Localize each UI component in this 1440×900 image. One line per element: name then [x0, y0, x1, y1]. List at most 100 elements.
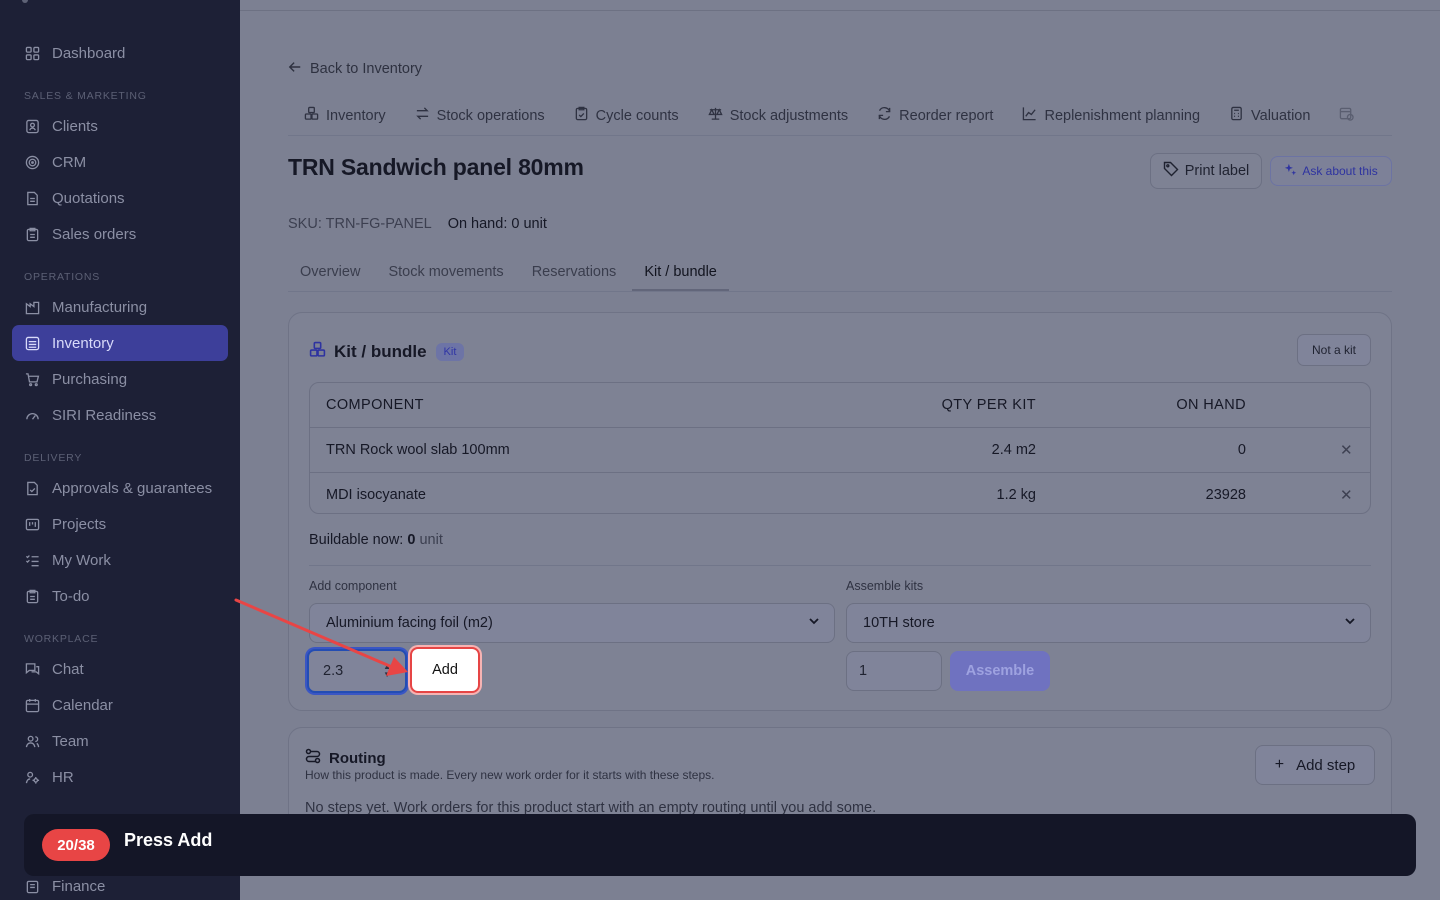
subnav-stock-adjustments[interactable]: Stock adjustments [708, 106, 848, 125]
sidebar-item-label: Purchasing [52, 370, 128, 388]
assemble-store-selected: 10TH store [863, 615, 935, 631]
tab-kit-bundle[interactable]: Kit / bundle [632, 258, 729, 291]
sidebar-item-projects[interactable]: Projects [12, 506, 228, 542]
component-on-hand: 23928 [1205, 487, 1246, 503]
subnav-reorder-report[interactable]: Reorder report [877, 106, 993, 125]
back-to-inventory-link[interactable]: Back to Inventory [288, 60, 422, 78]
tour-step-counter: 20/38 [42, 829, 110, 861]
sidebar-item-label: To-do [52, 587, 90, 605]
assemble-quantity-input[interactable]: 1 [846, 651, 942, 691]
close-icon: ✕ [1340, 442, 1353, 459]
stepper-icon[interactable]: ▲ ▼ [383, 663, 391, 679]
kit-card-header: Kit / bundle Kit [309, 341, 465, 363]
sidebar-item-manufacturing[interactable]: Manufacturing [12, 289, 228, 325]
subnav-label: Valuation [1251, 107, 1311, 124]
sidebar-item-chat[interactable]: Chat [12, 651, 228, 687]
arrows-swap-icon [415, 106, 430, 125]
add-component-select[interactable]: Aluminium facing foil (m2) [309, 603, 835, 643]
subnav-more[interactable] [1339, 106, 1361, 125]
sidebar-item-crm[interactable]: CRM [12, 144, 228, 180]
page-title: TRN Sandwich panel 80mm [288, 154, 584, 180]
sidebar-item-label: Approvals & guarantees [52, 479, 213, 497]
sidebar-item-clients[interactable]: Clients [12, 108, 228, 144]
sidebar-item-label: SIRI Readiness [52, 406, 157, 424]
column-header-on-hand: ON HAND [1176, 397, 1246, 413]
component-on-hand: 0 [1237, 442, 1246, 458]
ledger-icon [24, 878, 40, 894]
main-content: Back to Inventory Inventory Stock operat… [240, 0, 1440, 900]
sidebar-item-purchasing[interactable]: Purchasing [12, 361, 228, 397]
sidebar-item-label: Inventory [52, 334, 114, 352]
tour-step-bar: 20/38 Press Add [24, 814, 1416, 876]
sidebar-item-sales-orders[interactable]: Sales orders [12, 216, 228, 252]
remove-component-button[interactable]: ✕ [1340, 473, 1353, 513]
sidebar-item-my-work[interactable]: My Work [12, 542, 228, 578]
sidebar-item-label: CRM [52, 153, 87, 171]
arrow-left-icon [288, 60, 302, 78]
sidebar-item-dashboard[interactable]: Dashboard [12, 35, 228, 71]
print-label-button[interactable]: Print label [1150, 153, 1262, 189]
sidebar-item-team[interactable]: Team [12, 723, 228, 759]
checklist-icon [24, 552, 40, 568]
subnav-replenishment-planning[interactable]: Replenishment planning [1022, 106, 1200, 125]
logo-dot [22, 0, 28, 3]
ask-about-this-text: Ask about this [1302, 164, 1378, 178]
subnav-inventory[interactable]: Inventory [304, 106, 386, 125]
sidebar-section-delivery: DELIVERY [24, 452, 83, 464]
product-tabs: Overview Stock movements Reservations Ki… [288, 258, 1392, 292]
subnav-stock-operations[interactable]: Stock operations [415, 106, 545, 125]
document-icon [24, 190, 40, 206]
assemble-button[interactable]: Assemble [950, 651, 1050, 691]
clipboard-icon [24, 226, 40, 242]
inventory-subnav: Inventory Stock operations Cycle counts … [288, 96, 1392, 136]
users-icon [24, 733, 40, 749]
add-step-button[interactable]: + Add step [1255, 745, 1375, 785]
ask-about-this-button[interactable]: Ask about this [1270, 156, 1392, 186]
assemble-store-select[interactable]: 10TH store [846, 603, 1371, 643]
sidebar-item-label: My Work [52, 551, 111, 569]
sidebar-item-approvals[interactable]: Approvals & guarantees [12, 470, 228, 506]
product-meta: SKU: TRN-FG-PANEL On hand: 0 unit [288, 216, 547, 232]
routing-header: Routing [305, 748, 386, 769]
kanban-icon [24, 516, 40, 532]
user-key-icon [24, 769, 40, 785]
warehouse-icon [24, 335, 40, 351]
column-header-qty: QTY PER KIT [941, 397, 1036, 413]
routing-subtitle: How this product is made. Every new work… [305, 768, 715, 782]
refresh-icon [877, 106, 892, 125]
remove-component-button[interactable]: ✕ [1340, 428, 1353, 472]
buildable-unit: unit [419, 532, 443, 548]
sku-text: SKU: TRN-FG-PANEL [288, 216, 432, 232]
tab-stock-movements[interactable]: Stock movements [376, 258, 515, 291]
sidebar-item-siri[interactable]: SIRI Readiness [12, 397, 228, 433]
boxes-icon [304, 106, 319, 125]
sidebar-item-calendar[interactable]: Calendar [12, 687, 228, 723]
target-icon [24, 154, 40, 170]
buildable-now: Buildable now: 0 unit [309, 532, 443, 548]
scale-icon [708, 106, 723, 125]
sidebar-item-todo[interactable]: To-do [12, 578, 228, 614]
sidebar-section-workplace: WORKPLACE [24, 633, 99, 645]
tab-overview[interactable]: Overview [288, 258, 372, 291]
qty-value: 2.3 [323, 663, 344, 679]
sidebar-item-label: Dashboard [52, 44, 126, 62]
not-a-kit-button[interactable]: Not a kit [1297, 334, 1371, 366]
qty-per-kit-input[interactable]: 2.3 ▲ ▼ [307, 649, 407, 693]
sidebar-item-inventory[interactable]: Inventory [12, 325, 228, 361]
sidebar-item-label: Manufacturing [52, 298, 148, 316]
close-icon: ✕ [1340, 487, 1353, 504]
tab-reservations[interactable]: Reservations [520, 258, 629, 291]
sidebar-item-hr[interactable]: HR [12, 759, 228, 795]
calendar-clock-icon [1339, 106, 1355, 125]
table-row: MDI isocyanate 1.2 kg 23928 ✕ [310, 473, 1370, 513]
tag-icon [1163, 161, 1179, 181]
table-header-row: COMPONENT QTY PER KIT ON HAND [310, 383, 1370, 428]
sidebar-item-quotations[interactable]: Quotations [12, 180, 228, 216]
component-qty: 1.2 kg [996, 487, 1037, 503]
cart-icon [24, 371, 40, 387]
add-component-button[interactable]: Add [410, 647, 480, 693]
component-name: TRN Rock wool slab 100mm [326, 442, 510, 458]
subnav-valuation[interactable]: Valuation [1229, 106, 1310, 125]
subnav-cycle-counts[interactable]: Cycle counts [574, 106, 679, 125]
subnav-label: Cycle counts [595, 107, 679, 124]
